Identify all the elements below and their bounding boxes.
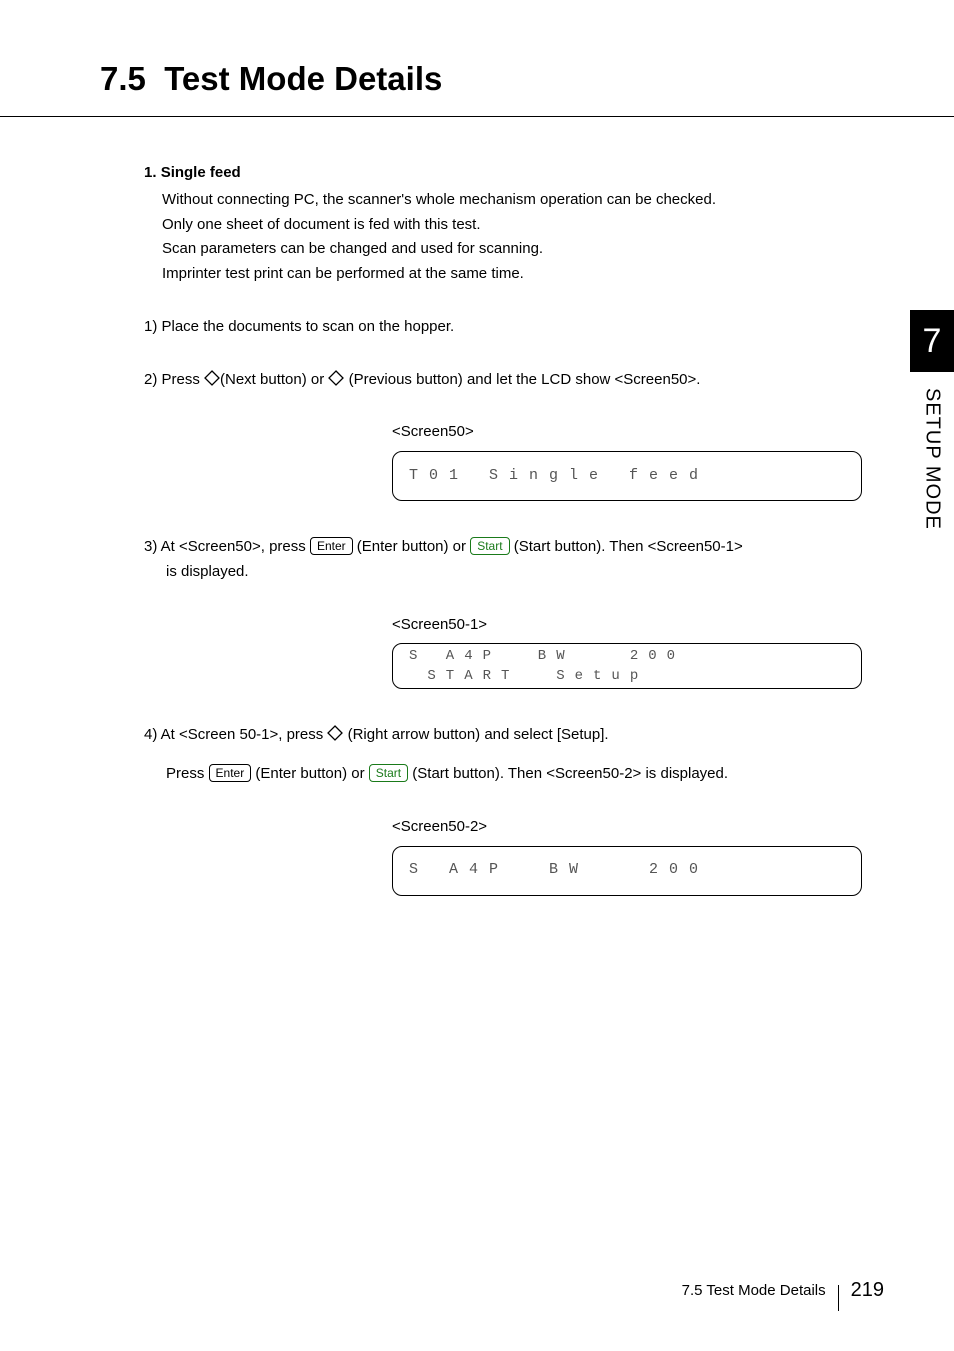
footer-separator	[838, 1285, 839, 1311]
item-desc-line: Scan parameters can be changed and used …	[162, 237, 884, 262]
screen50-2-label: <Screen50-2>	[392, 815, 884, 840]
lcd-screen50-1: S A4P BW 200 START Setup	[392, 643, 862, 689]
step-text: 2) Press	[144, 371, 204, 388]
step-text: (Previous button) and let the LCD show <…	[344, 371, 700, 388]
step-text: 1) Place the documents to scan on the ho…	[144, 318, 454, 335]
step-text: (Next button) or	[220, 371, 328, 388]
step-text: 3) At <Screen50>, press	[144, 538, 310, 555]
step-text: (Right arrow button) and select [Setup].	[343, 726, 608, 743]
screen50-1-label: <Screen50-1>	[392, 613, 884, 638]
step-text: Press	[166, 765, 209, 782]
footer-page-number: 219	[851, 1279, 884, 1302]
lcd-row: T01 Single feed	[409, 464, 845, 489]
step-text: (Start button). Then <Screen50-2> is dis…	[408, 765, 728, 782]
step-1: 1) Place the documents to scan on the ho…	[144, 315, 884, 340]
start-key-icon: Start	[470, 537, 509, 555]
step-4: 4) At <Screen 50-1>, press (Right arrow …	[144, 723, 884, 748]
step-text: is displayed.	[166, 560, 884, 585]
step-2: 2) Press (Next button) or (Previous butt…	[144, 368, 884, 393]
item-number: 1.	[144, 164, 157, 181]
next-diamond-icon	[204, 370, 220, 386]
lcd-screen50: T01 Single feed	[392, 451, 862, 501]
step-text: (Enter button) or	[353, 538, 471, 555]
item-desc-line: Without connecting PC, the scanner's who…	[162, 188, 884, 213]
side-tab: 7 SETUP MODE	[910, 310, 954, 530]
step-text: (Enter button) or	[251, 765, 369, 782]
page-footer: 7.5 Test Mode Details 219	[682, 1277, 884, 1303]
enter-key-icon: Enter	[209, 764, 252, 782]
previous-diamond-icon	[328, 370, 344, 386]
start-key-icon: Start	[369, 764, 408, 782]
footer-section: 7.5 Test Mode Details	[682, 1282, 826, 1299]
step-4-sub: Press Enter (Enter button) or Start (Sta…	[166, 762, 884, 787]
step-3: 3) At <Screen50>, press Enter (Enter but…	[144, 535, 884, 585]
item-name: Single feed	[161, 164, 241, 181]
item-description: Without connecting PC, the scanner's who…	[162, 188, 884, 287]
title-rule	[0, 116, 954, 117]
item-desc-line: Only one sheet of document is fed with t…	[162, 213, 884, 238]
screen50-label: <Screen50>	[392, 420, 884, 445]
lcd-row: S A4P BW 200	[409, 646, 845, 666]
chapter-number-tab: 7	[910, 310, 954, 372]
section-number: 7.5	[100, 60, 146, 97]
lcd-row: S A4P BW 200	[409, 858, 845, 883]
right-diamond-icon	[327, 725, 343, 741]
chapter-name-tab: SETUP MODE	[921, 388, 944, 530]
item-desc-line: Imprinter test print can be performed at…	[162, 262, 884, 287]
lcd-screen50-2: S A4P BW 200	[392, 846, 862, 896]
step-text: 4) At <Screen 50-1>, press	[144, 726, 327, 743]
step-text: (Start button). Then <Screen50-1>	[510, 538, 743, 555]
lcd-row: START Setup	[409, 666, 845, 686]
enter-key-icon: Enter	[310, 537, 353, 555]
item-heading: 1. Single feed	[144, 161, 884, 186]
section-title: 7.5 Test Mode Details	[100, 60, 884, 98]
section-heading: Test Mode Details	[164, 60, 442, 97]
